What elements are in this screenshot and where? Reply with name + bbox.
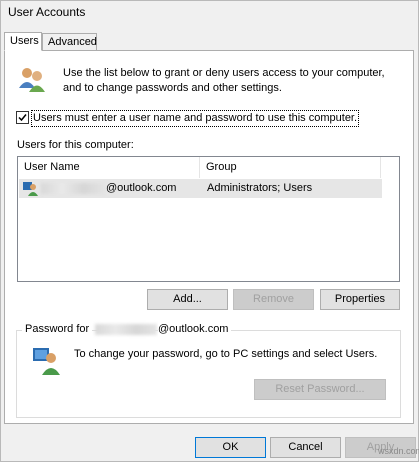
tab-users-label: Users [10,35,39,47]
password-title-prefix: Password for [25,323,90,335]
column-header-user-name[interactable]: User Name [18,157,200,178]
reset-password-label: Reset Password... [275,383,365,395]
window-title: User Accounts [8,5,86,19]
user-avatar-icon [22,180,38,196]
tab-users[interactable]: Users [4,32,42,51]
table-row[interactable]: @outlook.com Administrators; Users [19,179,382,198]
password-group-title: Password for [22,322,93,337]
row-group: Administrators; Users [207,182,313,194]
user-password-icon [31,345,61,375]
column-user-name-label: User Name [24,161,80,173]
require-login-checkbox[interactable] [16,111,29,124]
tab-advanced-label: Advanced [48,36,97,48]
remove-button-label: Remove [253,293,294,305]
users-group-icon [17,64,47,94]
cancel-button-label: Cancel [288,441,323,453]
properties-button[interactable]: Properties [320,289,400,310]
users-list-label: Users for this computer: [17,139,134,151]
redacted-username [41,183,105,194]
reset-password-button[interactable]: Reset Password... [254,379,386,400]
password-info-text: To change your password, go to PC settin… [74,348,378,360]
redacted-account-name [95,324,157,335]
add-button-label: Add... [173,293,202,305]
ok-button[interactable]: OK [195,437,266,458]
checkmark-icon [18,114,27,122]
cancel-button[interactable]: Cancel [270,437,341,458]
ok-button-label: OK [222,441,239,453]
properties-button-label: Properties [334,293,386,305]
tab-advanced[interactable]: Advanced [42,33,97,50]
intro-line-1: Use the list below to grant or deny user… [63,67,385,79]
remove-button[interactable]: Remove [233,289,314,310]
intro-line-2: and to change passwords and other settin… [63,82,282,94]
column-group-label: Group [206,161,237,173]
column-header-group[interactable]: Group [200,157,381,178]
require-login-label[interactable]: Users must enter a user name and passwor… [31,110,360,127]
password-groupbox [16,330,401,418]
password-title-suffix: @outlook.com [158,322,232,337]
watermark: wsxdn.com [378,446,419,456]
add-button[interactable]: Add... [147,289,228,310]
row-user-email-suffix: @outlook.com [106,182,177,194]
users-list[interactable]: User Name Group @outlook.com Administrat… [17,156,400,282]
